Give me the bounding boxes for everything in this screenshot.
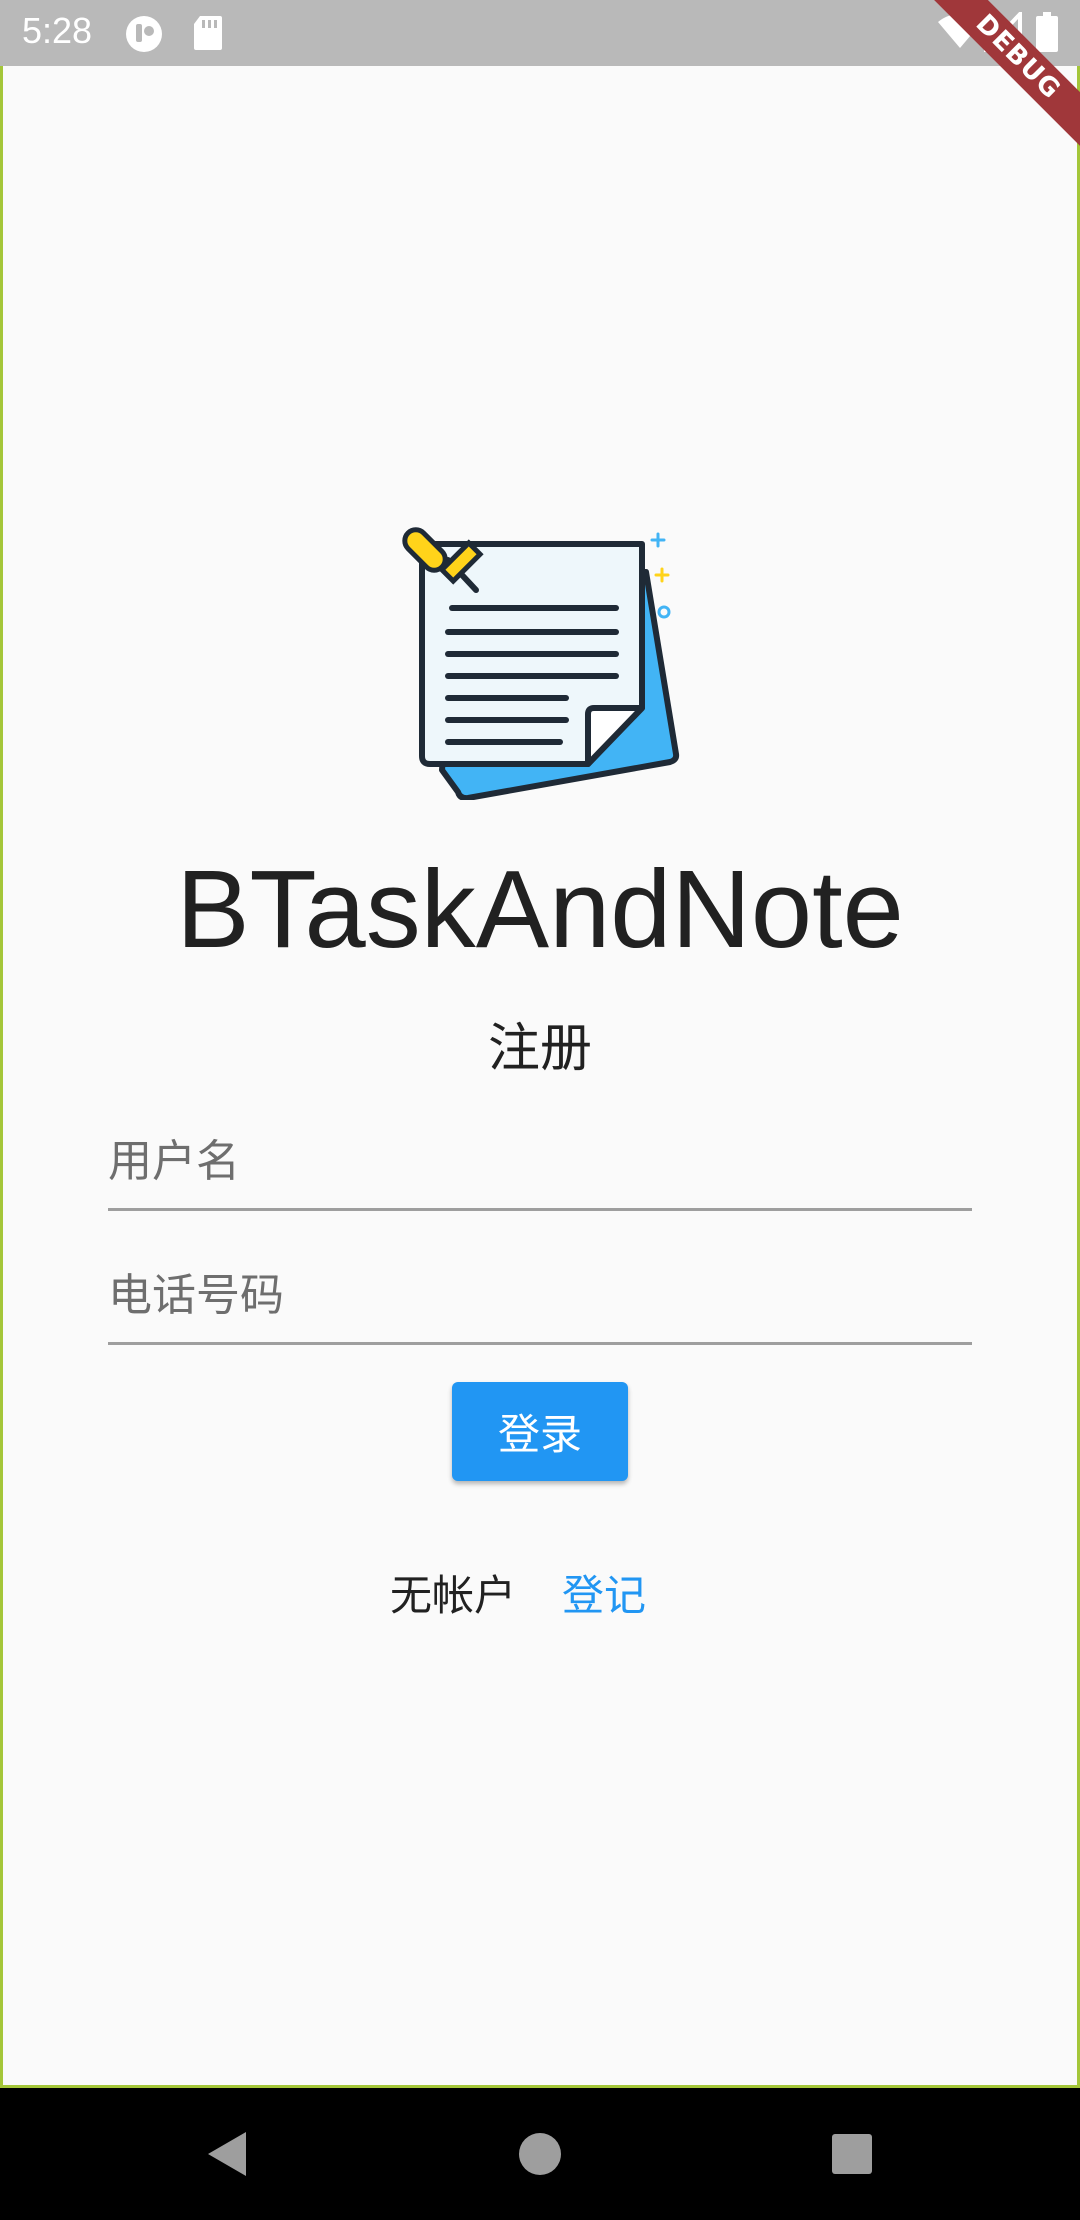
username-input[interactable]	[108, 1114, 972, 1208]
recents-icon[interactable]	[826, 2128, 878, 2184]
phone-input[interactable]	[108, 1248, 972, 1342]
home-icon[interactable]	[514, 2128, 566, 2184]
navigation-bar	[0, 2088, 1080, 2220]
debug-label: DEBUG	[926, 0, 1080, 149]
login-button[interactable]: 登录	[452, 1382, 628, 1481]
app-title: BTaskAndNote	[176, 848, 904, 971]
page-subtitle: 注册	[487, 1019, 592, 1079]
no-account-label: 无帐户	[390, 1571, 517, 1620]
register-link[interactable]: 登记	[562, 1562, 646, 1623]
status-time: 5:28	[22, 10, 93, 51]
sd-card-icon	[192, 14, 224, 56]
debug-banner: DEBUG	[920, 0, 1080, 160]
phone-field	[108, 1248, 972, 1345]
app-notification-icon	[124, 14, 164, 58]
status-bar: 5:28	[0, 0, 1080, 66]
username-field	[108, 1114, 972, 1211]
back-icon[interactable]	[200, 2128, 252, 2184]
note-with-pin-icon	[400, 520, 680, 804]
